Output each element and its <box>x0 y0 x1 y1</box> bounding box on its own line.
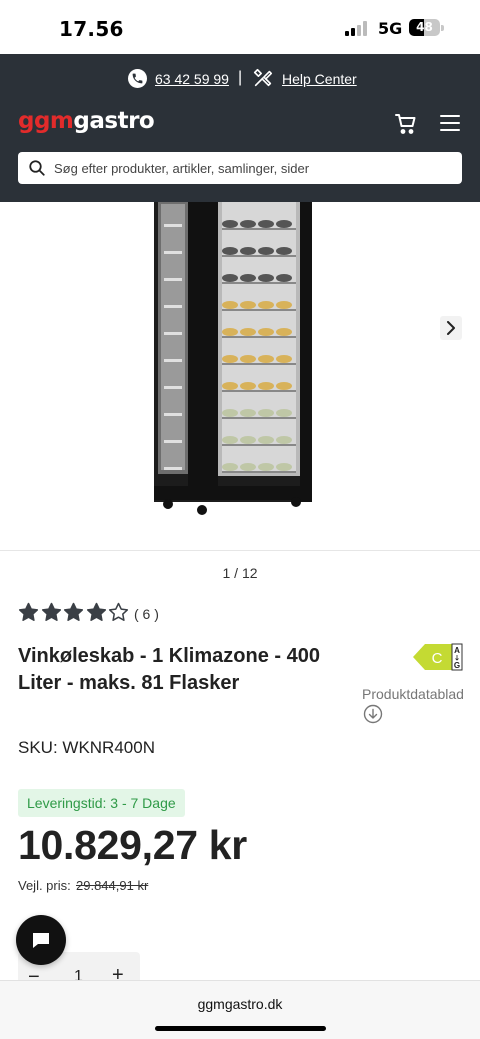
site-logo[interactable]: ggmgastro <box>18 108 155 134</box>
search-icon[interactable] <box>28 159 46 177</box>
search-bar <box>18 152 462 184</box>
separator: | <box>238 69 243 86</box>
energy-scale-bottom: G <box>454 661 460 670</box>
rrp-value: 29.844,91 kr <box>76 878 149 893</box>
help-center-link[interactable]: Help Center <box>282 71 357 87</box>
product-gallery[interactable] <box>0 202 480 551</box>
signal-icon <box>345 20 371 36</box>
download-icon[interactable] <box>363 704 383 724</box>
battery-tip <box>441 25 444 31</box>
battery-icon: 48 <box>409 19 440 36</box>
rating-count: ( 6 ) <box>134 606 159 622</box>
home-indicator <box>155 1026 326 1031</box>
logo-text-ggm: ggm <box>18 108 74 134</box>
battery-level: 48 <box>416 20 433 34</box>
browser-address-bar[interactable]: ggmgastro.dk <box>0 980 480 1039</box>
logo-text-gastro: gastro <box>73 108 155 134</box>
star-filled-icon <box>86 602 107 623</box>
energy-scale-top: A <box>454 646 460 655</box>
energy-class: C <box>432 650 443 667</box>
star-filled-icon <box>41 602 62 623</box>
url-text: ggmgastro.dk <box>197 996 283 1012</box>
product-title: Vinkøleskab - 1 Klimazone - 400 Liter - … <box>18 645 320 694</box>
search-input[interactable] <box>54 152 454 184</box>
energy-label-badge[interactable]: C A G <box>413 643 463 671</box>
phone-link[interactable]: 63 42 59 99 <box>155 71 229 87</box>
datasheet-link[interactable]: Produktdatablad <box>362 686 464 702</box>
status-time: 17.56 <box>59 17 124 41</box>
tools-icon <box>252 67 274 89</box>
delivery-badge: Leveringstid: 3 - 7 Dage <box>18 789 185 817</box>
star-empty-icon <box>108 602 129 623</box>
gallery-pager: 1 / 12 <box>222 565 258 581</box>
chevron-right-icon <box>447 321 455 335</box>
cart-icon[interactable] <box>394 112 418 136</box>
chat-icon <box>33 933 49 948</box>
status-bar: 17.56 5G 48 <box>0 0 480 54</box>
product-image <box>154 202 312 515</box>
star-filled-icon <box>18 602 39 623</box>
product-price: 10.829,27 kr <box>18 822 247 868</box>
network-type: 5G <box>378 19 403 38</box>
contact-bar: 63 42 59 99 | Help Center <box>0 67 480 91</box>
chat-button[interactable] <box>16 915 66 965</box>
rrp-label: Vejl. pris: <box>18 878 71 893</box>
product-sku: SKU: WKNR400N <box>18 738 155 757</box>
star-filled-icon <box>63 602 84 623</box>
next-image-button[interactable] <box>440 316 462 340</box>
site-header: 63 42 59 99 | Help Center ggmgastro <box>0 54 480 202</box>
phone-icon <box>128 69 147 88</box>
menu-icon[interactable] <box>440 114 462 132</box>
